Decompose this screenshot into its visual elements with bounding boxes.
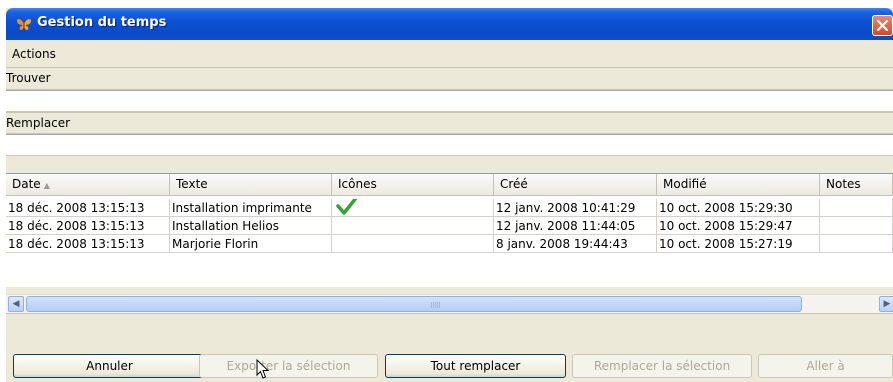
- status-area: [6, 313, 893, 344]
- results-table: Date ▲ Texte Icônes Créé Modifié Notes 18…: [6, 173, 893, 287]
- cell-date: 18 déc. 2008 13:15:13: [6, 235, 170, 253]
- column-header-date[interactable]: Date ▲: [6, 174, 170, 195]
- checkmark-icon: [336, 199, 358, 215]
- cell-notes: [820, 217, 893, 235]
- cell-modifie: 10 oct. 2008 15:27:19: [657, 235, 820, 253]
- replace-selection-button[interactable]: Remplacer la sélection: [572, 354, 752, 378]
- find-input[interactable]: [6, 90, 893, 112]
- cell-icones: [332, 235, 494, 253]
- column-header-modifie[interactable]: Modifié: [657, 174, 820, 195]
- close-icon: [876, 19, 889, 32]
- find-label: Trouver: [6, 71, 51, 85]
- cell-icones: [332, 199, 494, 217]
- column-header-icones[interactable]: Icônes: [332, 174, 494, 195]
- cell-texte: Installation Helios: [170, 217, 332, 235]
- arrow-right-icon: ▶: [883, 299, 891, 309]
- horizontal-scrollbar[interactable]: ◀ ▶: [6, 294, 893, 313]
- table-header: Date ▲ Texte Icônes Créé Modifié Notes: [6, 174, 893, 196]
- cell-modifie: 10 oct. 2008 15:29:30: [657, 199, 820, 217]
- butterfly-icon: [17, 19, 31, 30]
- table-row[interactable]: 18 déc. 2008 13:15:13 Installation impri…: [6, 199, 893, 217]
- sort-ascending-icon: ▲: [43, 181, 50, 190]
- export-selection-button[interactable]: Exporter la sélection: [199, 354, 378, 378]
- goto-button[interactable]: Aller à: [758, 354, 893, 378]
- column-header-texte[interactable]: Texte: [170, 174, 332, 195]
- cell-cree: 12 janv. 2008 11:44:05: [494, 217, 657, 235]
- title-bar[interactable]: Gestion du temps: [6, 8, 893, 40]
- window-title: Gestion du temps: [37, 15, 167, 30]
- gestion-du-temps-window: Gestion du temps Actions Trouver Remplac…: [6, 8, 893, 382]
- replace-label-band: Remplacer: [6, 112, 893, 134]
- scroll-left-button[interactable]: ◀: [8, 296, 24, 312]
- scroll-right-button[interactable]: ▶: [879, 296, 893, 312]
- replace-input[interactable]: [6, 134, 893, 156]
- cell-icones: [332, 217, 494, 235]
- cell-texte: Marjorie Florin: [170, 235, 332, 253]
- cell-cree: 12 janv. 2008 10:41:29: [494, 199, 657, 217]
- arrow-left-icon: ◀: [12, 299, 20, 309]
- cell-notes: [820, 235, 893, 253]
- cancel-button[interactable]: Annuler: [13, 354, 206, 378]
- grip-icon: [431, 302, 441, 308]
- column-header-notes[interactable]: Notes: [820, 174, 893, 195]
- cell-modifie: 10 oct. 2008 15:29:47: [657, 217, 820, 235]
- cell-date: 18 déc. 2008 13:15:13: [6, 199, 170, 217]
- cell-notes: [820, 199, 893, 217]
- mouse-cursor-icon: [256, 359, 270, 379]
- close-button[interactable]: [872, 15, 893, 36]
- scroll-thumb[interactable]: [26, 296, 802, 312]
- table-row[interactable]: 18 déc. 2008 13:15:13 Installation Helio…: [6, 217, 893, 235]
- actions-menu[interactable]: Actions: [12, 47, 56, 61]
- cell-date: 18 déc. 2008 13:15:13: [6, 217, 170, 235]
- table-row[interactable]: 18 déc. 2008 13:15:13 Marjorie Florin 8 …: [6, 235, 893, 253]
- replace-all-button[interactable]: Tout remplacer: [385, 354, 566, 378]
- cell-cree: 8 janv. 2008 19:44:43: [494, 235, 657, 253]
- cell-texte: Installation imprimante: [170, 199, 332, 217]
- replace-label: Remplacer: [6, 116, 71, 130]
- find-label-band: Trouver: [6, 68, 893, 90]
- column-header-cree[interactable]: Créé: [494, 174, 657, 195]
- actions-menu-bar[interactable]: Actions: [6, 40, 893, 68]
